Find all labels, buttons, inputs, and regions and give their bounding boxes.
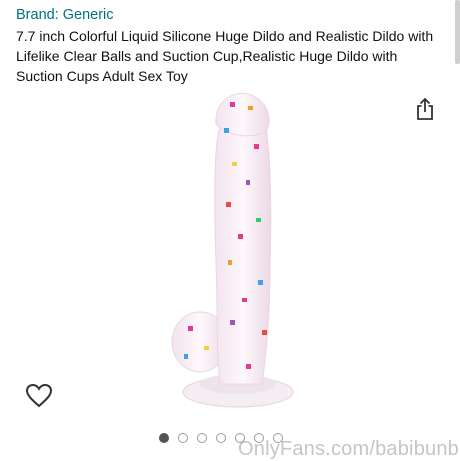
share-icon [417, 97, 433, 120]
product-image[interactable] [158, 84, 308, 414]
watermark: OnlyFans.com/babibunbun [238, 438, 460, 460]
carousel-dot[interactable] [178, 433, 188, 443]
scrollbar[interactable] [455, 0, 460, 64]
brand-link[interactable]: Brand: Generic [16, 7, 114, 23]
carousel-dot[interactable] [159, 433, 169, 443]
heart-icon [25, 383, 53, 408]
carousel-dot[interactable] [216, 433, 226, 443]
carousel-dot[interactable] [197, 433, 207, 443]
favorite-button[interactable] [24, 382, 54, 410]
share-button[interactable] [412, 96, 438, 122]
product-title: 7.7 inch Colorful Liquid Silicone Huge D… [16, 28, 434, 84]
